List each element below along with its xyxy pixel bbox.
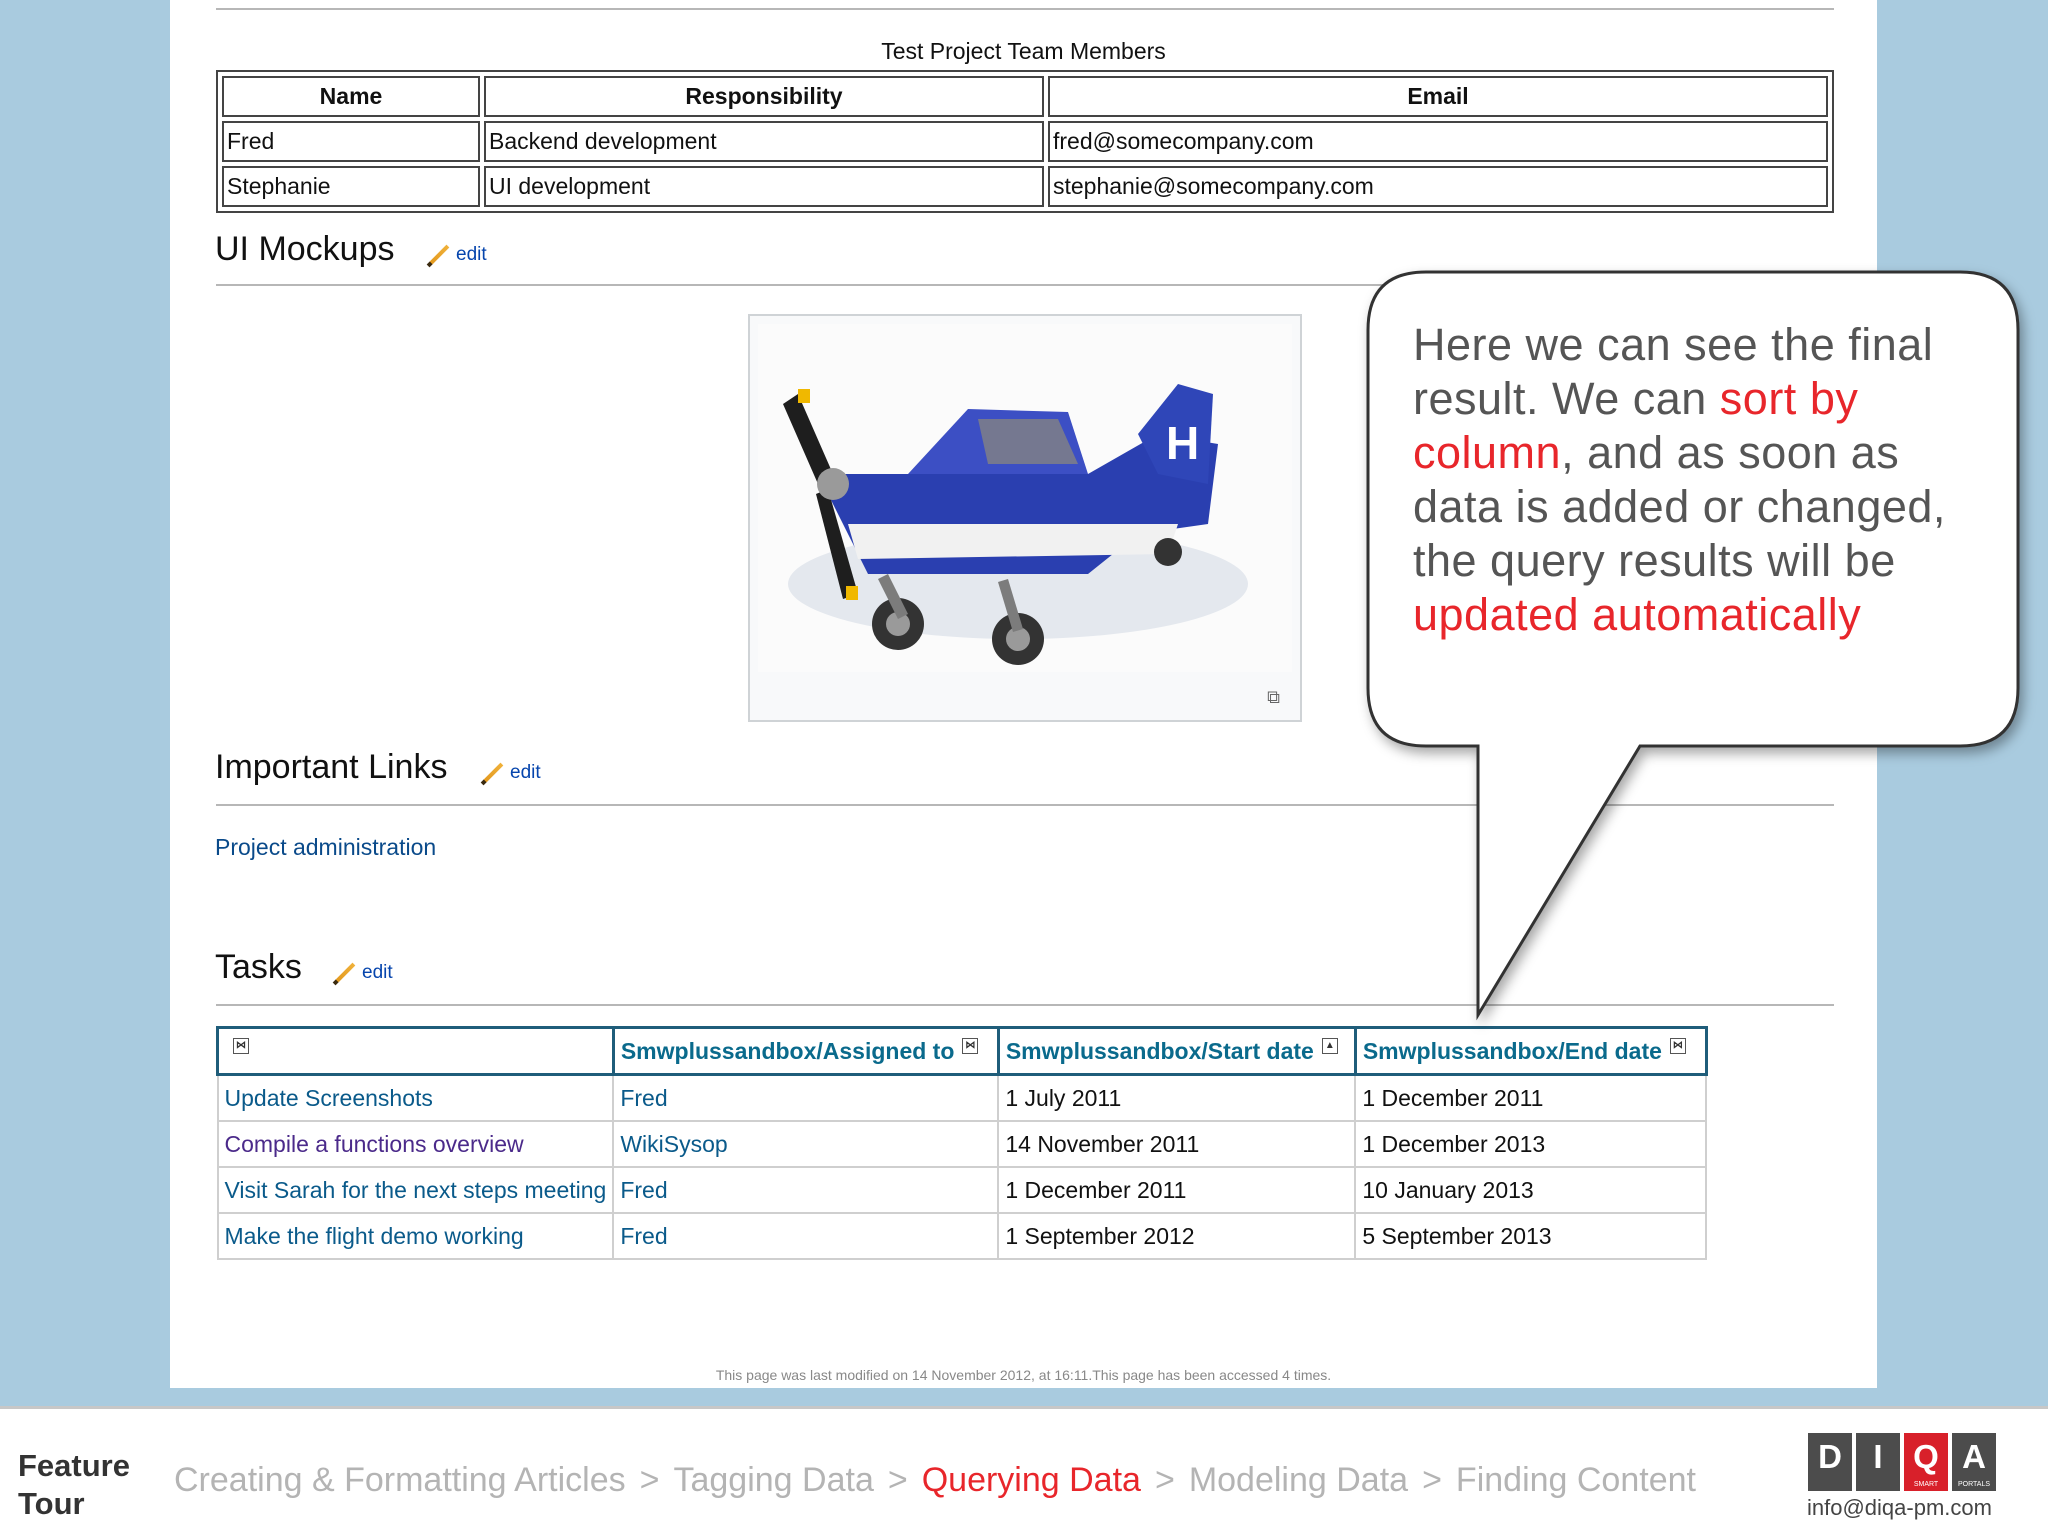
logo-letter: I [1856,1433,1900,1491]
table-row: Compile a functions overview WikiSysop 1… [216,1120,1708,1168]
edit-label: edit [510,762,541,783]
member-name: Fred [222,121,480,162]
sort-ascending-icon[interactable]: ▲ [1321,1037,1338,1054]
members-header-row: Name Responsibility Email [222,76,1828,117]
crumb-separator: > [1154,1461,1175,1499]
feature-word: Feature [18,1448,130,1483]
crumb-modeling[interactable]: Modeling Data [1189,1461,1408,1499]
enlarge-icon[interactable]: ⧉ [1267,687,1280,708]
crumb-separator: > [1422,1461,1442,1499]
pencil-icon [426,244,450,268]
crumb-finding[interactable]: Finding Content [1456,1461,1696,1499]
wiki-page: Test Project Team Members Name Responsib… [170,0,1877,1388]
members-table: Name Responsibility Email Fred Backend d… [216,70,1834,213]
edit-label: edit [456,244,487,265]
callout-text: Here we can see the final result. We can… [1413,319,1946,640]
svg-text:H: H [1166,417,1199,469]
member-name: Stephanie [222,166,480,207]
tasks-header-assigned[interactable]: Smwplussandbox/Assigned to ⋈ [611,1026,1000,1076]
assignee-link[interactable]: Fred [620,1177,667,1203]
crumb-creating[interactable]: Creating & Formatting Articles [174,1461,626,1499]
member-email: stephanie@somecompany.com [1048,166,1828,207]
edit-label: edit [362,962,393,983]
links-divider [216,804,1834,806]
page-footer-note: This page was last modified on 14 Novemb… [715,1367,1332,1383]
tasks-divider [216,1004,1834,1006]
crumb-querying[interactable]: Querying Data [922,1461,1141,1499]
sort-icon[interactable]: ⋈ [962,1037,979,1054]
table-row: Visit Sarah for the next steps meeting F… [216,1166,1708,1214]
feature-tour-bar: Feature Tour Creating & Formatting Artic… [0,1406,2048,1539]
assignee-link[interactable]: Fred [620,1223,667,1249]
mockups-edit-link[interactable]: edit [424,244,487,268]
links-edit-link[interactable]: edit [478,762,541,786]
members-header-name[interactable]: Name [222,76,480,117]
sort-icon[interactable]: ⋈ [233,1037,249,1054]
tasks-heading: Tasks [215,948,302,986]
tasks-header-page[interactable]: ⋈ [216,1026,615,1076]
pencil-icon [332,962,356,986]
project-administration-link[interactable]: Project administration [215,834,436,861]
tour-word: Tour [18,1486,85,1521]
table-row: Fred Backend development fred@somecompan… [222,121,1828,162]
contact-email[interactable]: info@diqa-pm.com [1807,1495,1992,1521]
crumb-separator: > [887,1461,908,1499]
tasks-table: ⋈ Smwplussandbox/Assigned to ⋈ Smwplussan… [216,1026,1708,1260]
mockups-heading: UI Mockups [215,230,395,268]
member-responsibility: Backend development [484,121,1044,162]
end-date: 10 January 2013 [1354,1166,1708,1214]
end-date: 5 September 2013 [1354,1212,1708,1260]
end-date: 1 December 2013 [1354,1120,1708,1168]
member-responsibility: UI development [484,166,1044,207]
top-divider [216,8,1834,10]
mockup-thumbnail[interactable]: H ⧉ [748,314,1302,722]
diqa-logo: D I Q SMART A PORTALS [1808,1433,1996,1491]
task-link[interactable]: Make the flight demo working [225,1223,524,1249]
task-link[interactable]: Compile a functions overview [225,1131,524,1157]
end-date: 1 December 2011 [1354,1073,1708,1122]
header-label: Smwplussandbox/Start date [1005,1037,1314,1064]
feature-tour-label: Feature Tour [18,1447,130,1523]
logo-letter: Q SMART [1904,1433,1948,1491]
table-row: Make the flight demo working Fred 1 Sept… [216,1212,1708,1260]
task-link[interactable]: Update Screenshots [225,1085,433,1111]
logo-letter: D [1808,1433,1852,1491]
header-label: Smwplussandbox/Assigned to [620,1037,955,1064]
crumb-separator: > [639,1461,660,1499]
tasks-edit-link[interactable]: edit [330,962,393,986]
start-date: 1 December 2011 [997,1166,1357,1214]
start-date: 1 September 2012 [997,1212,1357,1260]
members-caption: Test Project Team Members [881,38,1166,64]
tasks-header-end-date[interactable]: Smwplussandbox/End date ⋈ [1353,1026,1708,1076]
table-row: Stephanie UI development stephanie@somec… [222,166,1828,207]
crumb-tagging[interactable]: Tagging Data [673,1461,873,1499]
task-link[interactable]: Visit Sarah for the next steps meeting [225,1177,607,1203]
tasks-header-row: ⋈ Smwplussandbox/Assigned to ⋈ Smwplussan… [216,1026,1708,1076]
assignee-link[interactable]: Fred [620,1085,667,1111]
header-label: Smwplussandbox/End date [1362,1037,1662,1064]
logo-letter: A PORTALS [1952,1433,1996,1491]
sort-icon[interactable]: ⋈ [1669,1037,1686,1054]
tour-breadcrumb: Creating & Formatting Articles > Tagging D… [174,1461,1696,1500]
table-row: Update Screenshots Fred 1 July 2011 1 De… [216,1073,1708,1122]
links-heading: Important Links [215,748,448,786]
start-date: 1 July 2011 [997,1073,1357,1122]
start-date: 14 November 2011 [997,1120,1357,1168]
toy-airplane-illustration: H [783,384,1248,665]
mockups-divider [216,284,1834,286]
assignee-link[interactable]: WikiSysop [620,1131,727,1157]
members-header-email[interactable]: Email [1048,76,1828,117]
airplane-image[interactable]: H [758,324,1292,672]
members-header-responsibility[interactable]: Responsibility [484,76,1044,117]
member-email: fred@somecompany.com [1048,121,1828,162]
tasks-header-start-date[interactable]: Smwplussandbox/Start date ▲ [996,1026,1357,1076]
pencil-icon [480,762,504,786]
